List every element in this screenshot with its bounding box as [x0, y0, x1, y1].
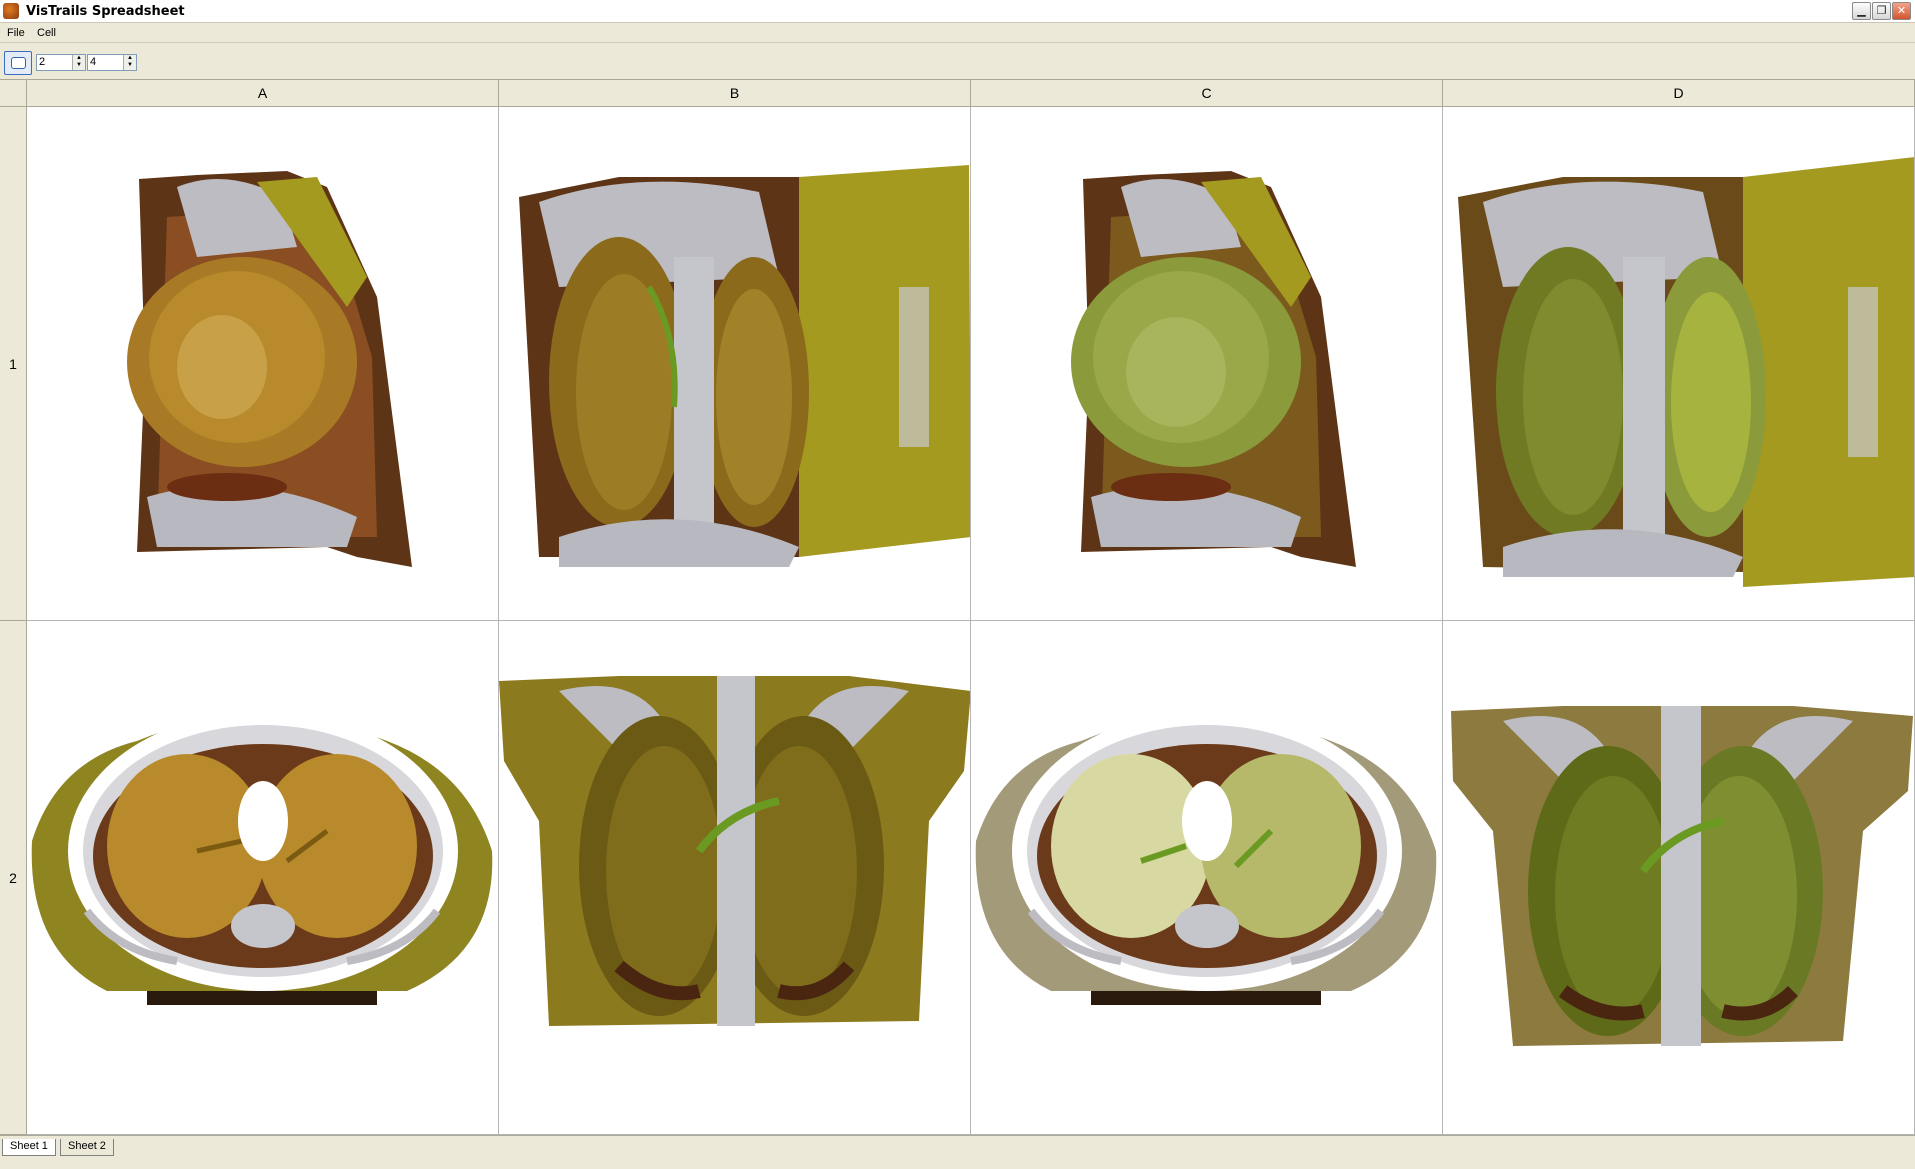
tab-sheet-1[interactable]: Sheet 1: [2, 1139, 56, 1156]
grid-corner[interactable]: [0, 80, 27, 107]
column-header-c[interactable]: C: [971, 80, 1443, 107]
spreadsheet-grid: A B C D 1 2: [0, 80, 1915, 1135]
volume-render-axial-green: [975, 711, 1437, 1005]
column-header-d[interactable]: D: [1443, 80, 1915, 107]
tab-sheet-2[interactable]: Sheet 2: [60, 1139, 114, 1156]
sheet-tab-bar: Sheet 1 Sheet 2: [0, 1135, 1915, 1169]
volume-render-sagittal: [127, 171, 412, 567]
volume-render-coronal: [499, 676, 970, 1026]
column-header-b[interactable]: B: [499, 80, 971, 107]
menu-cell[interactable]: Cell: [37, 27, 56, 39]
row-count-value: 2: [39, 56, 46, 68]
cell-d1[interactable]: [1443, 107, 1915, 621]
volume-render-oblique-front-green: [1458, 157, 1914, 587]
window-title: VisTrails Spreadsheet: [26, 4, 185, 19]
cell-a1[interactable]: [27, 107, 499, 621]
toolbar: 2 ▲ ▼ 4 ▲ ▼: [0, 43, 1915, 80]
cell-b1[interactable]: [499, 107, 971, 621]
column-count-value: 4: [90, 56, 97, 68]
spinner-arrows-icon[interactable]: ▲ ▼: [72, 55, 85, 70]
menu-bar: File Cell: [0, 23, 1915, 43]
row-header-1[interactable]: 1: [0, 107, 27, 621]
menu-file[interactable]: File: [7, 27, 25, 39]
camera-icon: [11, 57, 26, 69]
close-button[interactable]: ✕: [1892, 2, 1911, 20]
volume-render-coronal-green: [1451, 706, 1913, 1046]
spinner-arrows-icon[interactable]: ▲ ▼: [123, 55, 136, 70]
column-count-spinner[interactable]: 4 ▲ ▼: [87, 54, 137, 71]
cell-d2[interactable]: [1443, 621, 1915, 1135]
volume-render-sagittal-green: [1071, 171, 1356, 567]
cell-c1[interactable]: [971, 107, 1443, 621]
cell-a2[interactable]: [27, 621, 499, 1135]
column-header-a[interactable]: A: [27, 80, 499, 107]
volume-render-oblique-front: [519, 165, 970, 567]
row-header-2[interactable]: 2: [0, 621, 27, 1135]
app-icon: [3, 3, 19, 19]
volume-render-axial: [31, 711, 493, 1005]
interaction-mode-button[interactable]: [4, 51, 32, 75]
cell-b2[interactable]: [499, 621, 971, 1135]
title-bar: VisTrails Spreadsheet ▁ ❐ ✕: [0, 0, 1915, 23]
maximize-button[interactable]: ❐: [1872, 2, 1891, 20]
minimize-button[interactable]: ▁: [1852, 2, 1871, 20]
row-count-spinner[interactable]: 2 ▲ ▼: [36, 54, 86, 71]
cell-c2[interactable]: [971, 621, 1443, 1135]
